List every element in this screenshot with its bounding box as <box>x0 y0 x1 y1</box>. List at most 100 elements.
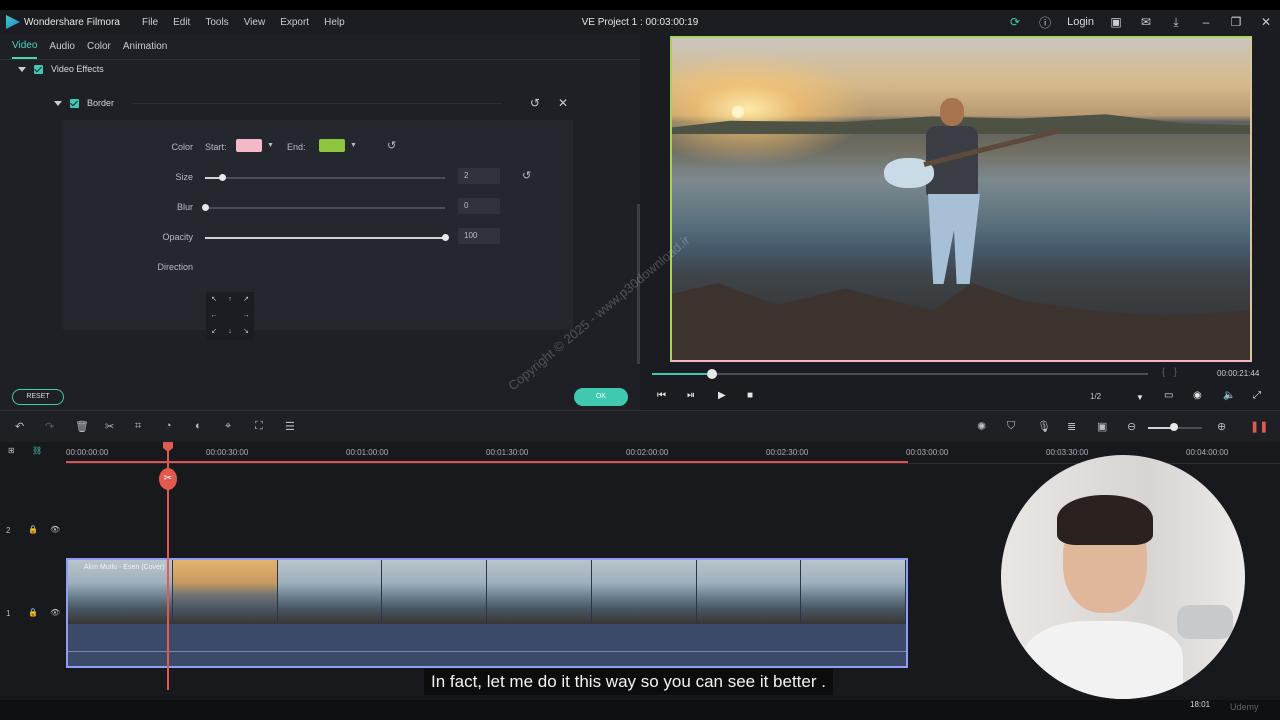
sunset-sun <box>732 106 744 118</box>
opacity-value-field[interactable]: 100 <box>458 228 500 244</box>
sync-icon[interactable]: ⟳ <box>1007 14 1023 30</box>
adjust-icon[interactable]: ☰ <box>285 420 295 433</box>
timeline-zoom-knob[interactable] <box>1170 423 1178 431</box>
zoom-out-icon[interactable]: ⊖ <box>1127 420 1136 433</box>
stop-icon[interactable]: ■ <box>747 390 753 401</box>
audio-mixer-icon[interactable]: ≣ <box>1067 420 1076 433</box>
collapse-arrow-icon[interactable] <box>54 100 62 106</box>
reset-effect-icon[interactable]: ↺ <box>530 96 540 110</box>
size-reset-icon[interactable]: ↺ <box>522 169 531 182</box>
end-color-dropdown-icon[interactable]: ▼ <box>350 142 357 149</box>
taskbar <box>0 700 1280 720</box>
snapshot-timeline-icon[interactable]: ▣ <box>1097 420 1107 433</box>
filmora-logo-icon <box>6 15 20 29</box>
prev-frame-icon[interactable]: ⏮ <box>657 390 666 401</box>
dir-top-right-icon[interactable]: ↗ <box>238 292 254 308</box>
preview-video[interactable] <box>670 36 1252 362</box>
login-button[interactable]: Login <box>1067 16 1094 28</box>
speed-icon[interactable]: ◔ <box>165 420 172 432</box>
start-color-swatch[interactable] <box>236 139 262 152</box>
maximize-icon[interactable]: ❐ <box>1228 14 1244 30</box>
size-slider-knob[interactable] <box>218 174 226 181</box>
menu-edit[interactable]: Edit <box>173 17 190 28</box>
monitor-icon[interactable]: ▭ <box>1164 390 1173 401</box>
size-value-field[interactable]: 2 <box>458 168 500 184</box>
volume-icon[interactable]: 🔈 <box>1223 390 1235 401</box>
zoom-in-icon[interactable]: ⊕ <box>1217 420 1226 433</box>
video-effects-checkbox[interactable] <box>34 64 43 74</box>
blur-slider[interactable] <box>202 204 445 211</box>
opacity-slider[interactable] <box>205 234 449 241</box>
info-icon[interactable]: ⓘ <box>1037 14 1053 30</box>
menu-view[interactable]: View <box>244 17 266 28</box>
mark-icon[interactable]: ⌖ <box>225 420 231 433</box>
clip-title: Akın Mutlu - Esen (Cover) <box>84 564 165 571</box>
border-checkbox[interactable] <box>70 98 79 108</box>
end-color-swatch[interactable] <box>319 139 345 152</box>
ruler-tick: 00:03:00:00 <box>906 448 949 457</box>
minimize-icon[interactable]: – <box>1198 14 1214 30</box>
marker-icon[interactable]: ⛉ <box>1007 420 1015 433</box>
playback-progress[interactable] <box>652 369 1148 379</box>
collapse-arrow-icon[interactable] <box>18 66 26 72</box>
pause-render-icon[interactable]: ❚❚ <box>1250 420 1268 433</box>
guitarist-figure <box>920 98 990 328</box>
caption: In fact, let me do it this way so you ca… <box>424 669 833 695</box>
menu-help[interactable]: Help <box>324 17 345 28</box>
reset-button[interactable]: RESET <box>12 389 64 405</box>
tab-audio[interactable]: Audio <box>49 35 75 58</box>
redo-icon[interactable]: ↷ <box>45 420 54 433</box>
close-icon[interactable]: ✕ <box>1258 14 1274 30</box>
blur-value-field[interactable]: 0 <box>458 198 500 214</box>
split-icon[interactable]: ✂ <box>105 420 114 433</box>
dir-bottom-left-icon[interactable]: ↙ <box>206 324 222 340</box>
ruler-tick: 00:04:00:00 <box>1186 448 1229 457</box>
menu-tools[interactable]: Tools <box>205 17 228 28</box>
tab-video[interactable]: Video <box>12 34 38 59</box>
ok-button[interactable]: OK <box>574 388 628 406</box>
split-scissor-icon[interactable]: ✂ <box>159 468 177 490</box>
menu-export[interactable]: Export <box>280 17 309 28</box>
menu-file[interactable]: File <box>142 17 158 28</box>
quality-dropdown-icon[interactable]: ▼ <box>1136 393 1144 402</box>
crop-icon[interactable]: ⌗ <box>135 420 141 433</box>
tab-animation[interactable]: Animation <box>123 35 167 58</box>
message-icon[interactable]: ✉ <box>1138 14 1154 30</box>
opacity-slider-knob[interactable] <box>442 234 449 241</box>
record-voice-icon[interactable]: 🎙 <box>1037 420 1051 433</box>
udemy-watermark: Udemy <box>1230 702 1259 712</box>
download-icon[interactable]: ⤓ <box>1168 14 1184 30</box>
fullscreen-icon[interactable]: ⤢ <box>1253 390 1261 401</box>
blur-slider-knob[interactable] <box>202 204 209 211</box>
remove-effect-icon[interactable]: ✕ <box>558 96 568 110</box>
ruler-tick: 00:03:30:00 <box>1046 448 1089 457</box>
dir-top-left-icon[interactable]: ↖ <box>206 292 222 308</box>
color-reset-icon[interactable]: ↺ <box>387 139 396 152</box>
color-icon[interactable]: ◐ <box>195 420 202 432</box>
delete-icon[interactable]: 🗑 <box>75 420 89 433</box>
video-effects-header[interactable]: Video Effects <box>18 64 104 74</box>
save-icon[interactable]: ▣ <box>1108 14 1124 30</box>
playback-scrubber[interactable] <box>706 369 717 379</box>
dir-top-icon[interactable]: ↑ <box>222 292 238 308</box>
video-clip[interactable]: Akın Mutlu - Esen (Cover) <box>66 558 908 668</box>
guitar-shape <box>884 128 1064 188</box>
snapshot-icon[interactable]: ◉ <box>1193 390 1202 401</box>
dir-bottom-icon[interactable]: ↓ <box>222 324 238 340</box>
eye-icon[interactable]: 👁 <box>50 525 116 534</box>
direction-picker[interactable]: ↖ ↑ ↗ ← → ↙ ↓ ↘ <box>206 292 254 340</box>
render-icon[interactable]: ✺ <box>977 420 986 433</box>
dir-right-icon[interactable]: → <box>238 308 254 324</box>
preview-quality-select[interactable]: 1/2 <box>1090 392 1101 401</box>
stabilize-icon[interactable]: ⛶ <box>255 420 263 433</box>
mark-in-out-icon[interactable]: { } <box>1162 367 1177 378</box>
undo-icon[interactable]: ↶ <box>15 420 24 433</box>
tab-color[interactable]: Color <box>87 35 111 58</box>
border-effect-header[interactable]: Border ↺ ✕ <box>54 96 568 110</box>
size-slider[interactable] <box>205 174 445 181</box>
dir-left-icon[interactable]: ← <box>206 308 222 324</box>
play-frame-icon[interactable]: ⏯ <box>687 390 695 401</box>
play-icon[interactable]: ▶ <box>718 390 726 401</box>
start-color-dropdown-icon[interactable]: ▼ <box>267 142 274 149</box>
dir-bottom-right-icon[interactable]: ↘ <box>238 324 254 340</box>
